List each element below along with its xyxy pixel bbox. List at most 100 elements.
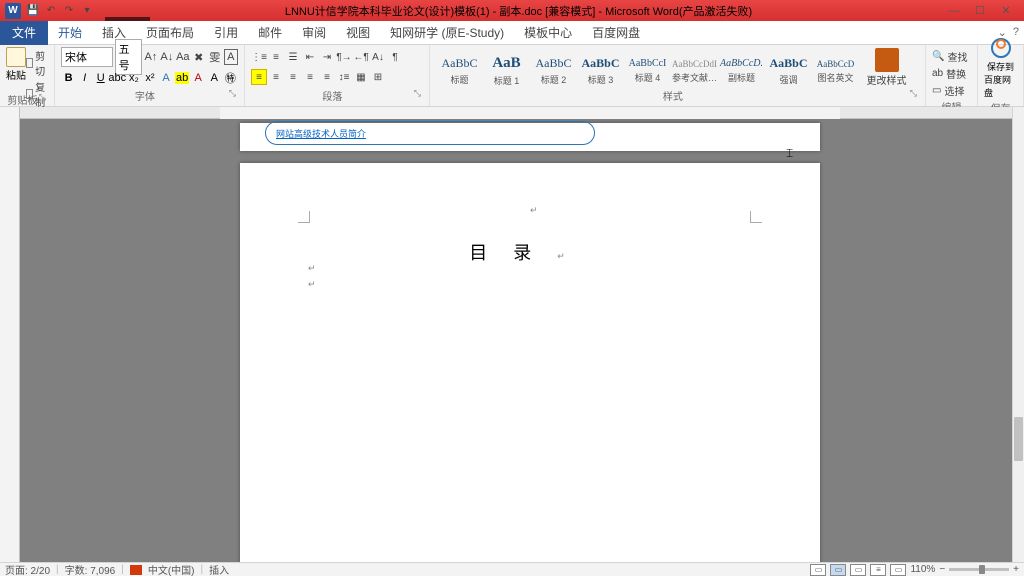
distribute-icon[interactable]: ≡ bbox=[319, 69, 335, 85]
enclose-char-icon[interactable]: ㊕ bbox=[223, 70, 238, 86]
scrollbar-thumb[interactable] bbox=[1014, 417, 1023, 461]
status-words[interactable]: 字数: 7,096 bbox=[65, 562, 116, 577]
undo-icon[interactable]: ↶ bbox=[44, 4, 58, 18]
para-launcher-icon[interactable]: ⤡ bbox=[414, 88, 421, 99]
zoom-slider[interactable] bbox=[949, 568, 1009, 571]
bullets-icon[interactable]: ⋮≡ bbox=[251, 49, 267, 65]
tab-estudy[interactable]: 知网研学 (原E-Study) bbox=[380, 21, 514, 45]
superscript-button[interactable]: x² bbox=[142, 70, 157, 86]
phonetic-icon[interactable]: 雯 bbox=[208, 49, 222, 65]
ltr-icon[interactable]: ¶→ bbox=[336, 49, 352, 65]
minimize-button[interactable]: — bbox=[941, 1, 967, 21]
change-case-icon[interactable]: Aa bbox=[176, 49, 190, 65]
highlight-button[interactable]: ab bbox=[175, 70, 190, 86]
status-lang[interactable]: 中文(中国) bbox=[148, 562, 195, 577]
status-page[interactable]: 页面: 2/20 bbox=[5, 562, 50, 577]
change-styles-button[interactable]: 更改样式 bbox=[859, 47, 914, 87]
maximize-button[interactable]: ☐ bbox=[967, 1, 993, 21]
style-heading4[interactable]: AaBbCcI标题 4 bbox=[624, 47, 671, 87]
align-right-icon[interactable]: ≡ bbox=[285, 69, 301, 85]
document-scroll[interactable]: 网站高级技术人员简介 ↵ 目录↵ ↵ ↵ bbox=[20, 107, 1024, 562]
tab-review[interactable]: 审阅 bbox=[292, 21, 336, 45]
rtl-icon[interactable]: ←¶ bbox=[353, 49, 369, 65]
strike-button[interactable]: abc bbox=[109, 70, 125, 86]
borders-icon[interactable]: ⊞ bbox=[370, 69, 386, 85]
qat-more-icon[interactable]: ▾ bbox=[80, 4, 94, 18]
para-mark: ↵ bbox=[530, 205, 538, 216]
page-current[interactable]: ↵ 目录↵ ↵ ↵ bbox=[240, 163, 820, 562]
view-outline-icon[interactable]: ≡ bbox=[870, 564, 886, 576]
redo-icon[interactable]: ↷ bbox=[62, 4, 76, 18]
select-button[interactable]: ▭选择 bbox=[932, 83, 971, 98]
justify-icon[interactable]: ≡ bbox=[302, 69, 318, 85]
vertical-ruler[interactable] bbox=[0, 107, 20, 562]
tab-view[interactable]: 视图 bbox=[336, 21, 380, 45]
clipboard-launcher-icon[interactable]: ⤡ bbox=[39, 92, 46, 103]
clear-format-icon[interactable]: ✖ bbox=[192, 49, 206, 65]
status-mode[interactable]: 插入 bbox=[209, 562, 229, 577]
view-draft-icon[interactable]: ▭ bbox=[890, 564, 906, 576]
toc-heading[interactable]: 目录↵ bbox=[240, 239, 820, 265]
style-emphasis[interactable]: AaBbC强调 bbox=[765, 47, 812, 87]
font-name-select[interactable]: 宋体 bbox=[61, 47, 113, 67]
page-previous[interactable]: 网站高级技术人员简介 bbox=[240, 123, 820, 151]
sort-icon[interactable]: A↓ bbox=[370, 49, 386, 65]
grow-font-icon[interactable]: A↑ bbox=[144, 49, 158, 65]
tab-layout[interactable]: 页面布局 bbox=[136, 21, 204, 45]
zoom-level[interactable]: 110% bbox=[910, 564, 935, 575]
zoom-out-button[interactable]: − bbox=[939, 564, 945, 575]
cut-button[interactable]: 剪切 bbox=[26, 48, 48, 78]
save-cloud-group: 保存到 百度网盘 保存 bbox=[978, 45, 1024, 106]
replace-button[interactable]: ab替换 bbox=[932, 66, 971, 81]
char-border-icon[interactable]: A bbox=[224, 49, 238, 65]
font-color-button[interactable]: A bbox=[191, 70, 206, 86]
numbering-icon[interactable]: ≡ bbox=[268, 49, 284, 65]
tab-mailings[interactable]: 邮件 bbox=[248, 21, 292, 45]
shrink-font-icon[interactable]: A↓ bbox=[160, 49, 174, 65]
subscript-button[interactable]: x₂ bbox=[126, 70, 141, 86]
underline-button[interactable]: U bbox=[93, 70, 108, 86]
font-launcher-icon[interactable]: ⤡ bbox=[229, 88, 236, 99]
tab-baidu[interactable]: 百度网盘 bbox=[582, 21, 650, 45]
increase-indent-icon[interactable]: ⇥ bbox=[319, 49, 335, 65]
tab-template[interactable]: 模板中心 bbox=[514, 21, 582, 45]
style-heading2[interactable]: AaBbC标题 2 bbox=[530, 47, 577, 87]
style-caption[interactable]: AaBbCcD图名英文 bbox=[812, 47, 859, 87]
paste-button[interactable]: 粘贴 bbox=[6, 47, 26, 91]
line-spacing-icon[interactable]: ↕≡ bbox=[336, 69, 352, 85]
decorative-strip bbox=[105, 17, 150, 21]
save-icon[interactable]: 💾 bbox=[26, 4, 40, 18]
italic-button[interactable]: I bbox=[77, 70, 92, 86]
style-title[interactable]: AaBbC标题 bbox=[436, 47, 483, 87]
show-marks-icon[interactable]: ¶ bbox=[387, 49, 403, 65]
zoom-in-button[interactable]: + bbox=[1013, 564, 1019, 575]
shading-icon[interactable]: ▦ bbox=[353, 69, 369, 85]
view-web-icon[interactable]: ▭ bbox=[850, 564, 866, 576]
tab-home[interactable]: 开始 bbox=[48, 21, 92, 45]
save-baidu-button[interactable]: 保存到 百度网盘 bbox=[984, 36, 1017, 99]
style-heading3[interactable]: AaBbC标题 3 bbox=[577, 47, 624, 87]
hyperlink-text[interactable]: 网站高级技术人员简介 bbox=[276, 127, 366, 140]
multilevel-icon[interactable]: ☰ bbox=[285, 49, 301, 65]
view-read-icon[interactable]: ▭ bbox=[830, 564, 846, 576]
tab-references[interactable]: 引用 bbox=[204, 21, 248, 45]
text-effect-icon[interactable]: A bbox=[158, 70, 173, 86]
tab-file[interactable]: 文件 bbox=[0, 21, 48, 45]
align-left-icon[interactable]: ≡ bbox=[251, 69, 267, 85]
close-button[interactable]: ✕ bbox=[993, 1, 1019, 21]
char-shading-icon[interactable]: A bbox=[207, 70, 222, 86]
style-refs[interactable]: AaBbCcDdI参考文献… bbox=[671, 47, 718, 87]
decrease-indent-icon[interactable]: ⇤ bbox=[302, 49, 318, 65]
bold-button[interactable]: B bbox=[61, 70, 76, 86]
horizontal-ruler[interactable] bbox=[220, 107, 840, 119]
align-center-icon[interactable]: ≡ bbox=[268, 69, 284, 85]
style-subtitle[interactable]: AaBbCcD.副标题 bbox=[718, 47, 765, 87]
styles-launcher-icon[interactable]: ⤡ bbox=[910, 88, 917, 99]
style-heading1[interactable]: AaB标题 1 bbox=[483, 47, 530, 87]
vertical-scrollbar[interactable] bbox=[1012, 107, 1024, 562]
view-print-icon[interactable]: ▭ bbox=[810, 564, 826, 576]
editing-group: 🔍查找 ab替换 ▭选择 编辑 bbox=[926, 45, 978, 106]
find-button[interactable]: 🔍查找 bbox=[932, 49, 971, 64]
title-bar: W 💾 ↶ ↷ ▾ LNNU计信学院本科毕业论文(设计)模板(1) - 副本.d… bbox=[0, 0, 1024, 21]
replace-icon: ab bbox=[932, 68, 943, 79]
